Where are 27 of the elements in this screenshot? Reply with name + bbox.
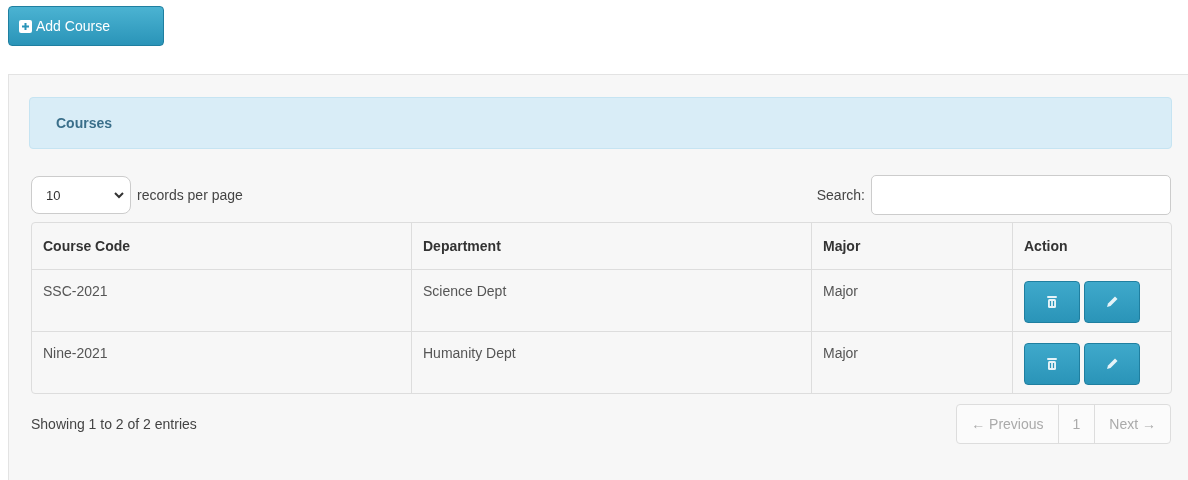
table-cell: Science Dept bbox=[411, 269, 811, 331]
column-header: Department bbox=[411, 223, 811, 269]
records-label: records per page bbox=[137, 187, 243, 203]
column-header: Major bbox=[811, 223, 1012, 269]
chevron-icon bbox=[114, 191, 124, 199]
search-field[interactable] bbox=[871, 175, 1171, 215]
table-cell: Major bbox=[811, 269, 1012, 331]
plus-icon bbox=[19, 19, 32, 33]
table-cell: Nine-2021 bbox=[32, 331, 411, 393]
pencil-icon bbox=[1105, 357, 1119, 371]
column-header: Action bbox=[1012, 223, 1171, 269]
column-header: Course Code bbox=[42, 237, 132, 256]
table-cell: Major bbox=[811, 331, 1012, 393]
trash-icon bbox=[1046, 357, 1058, 371]
pencil-icon bbox=[1105, 295, 1119, 309]
entries-info: Showing 1 to 2 of 2 entries bbox=[31, 416, 197, 432]
trash-icon bbox=[1046, 295, 1058, 309]
add-course-button[interactable]: Add Course bbox=[8, 6, 164, 46]
search-label: Search: bbox=[816, 187, 865, 203]
edit-button[interactable] bbox=[1084, 343, 1140, 385]
delete-button[interactable] bbox=[1024, 343, 1080, 385]
panel-heading: Courses bbox=[29, 97, 1172, 149]
delete-button[interactable] bbox=[1024, 281, 1080, 323]
table-cell: Humanity Dept bbox=[411, 331, 811, 393]
table-cell: SSC-2021 bbox=[32, 269, 411, 331]
edit-button[interactable] bbox=[1084, 281, 1140, 323]
records-select[interactable]: 10 bbox=[31, 176, 131, 214]
